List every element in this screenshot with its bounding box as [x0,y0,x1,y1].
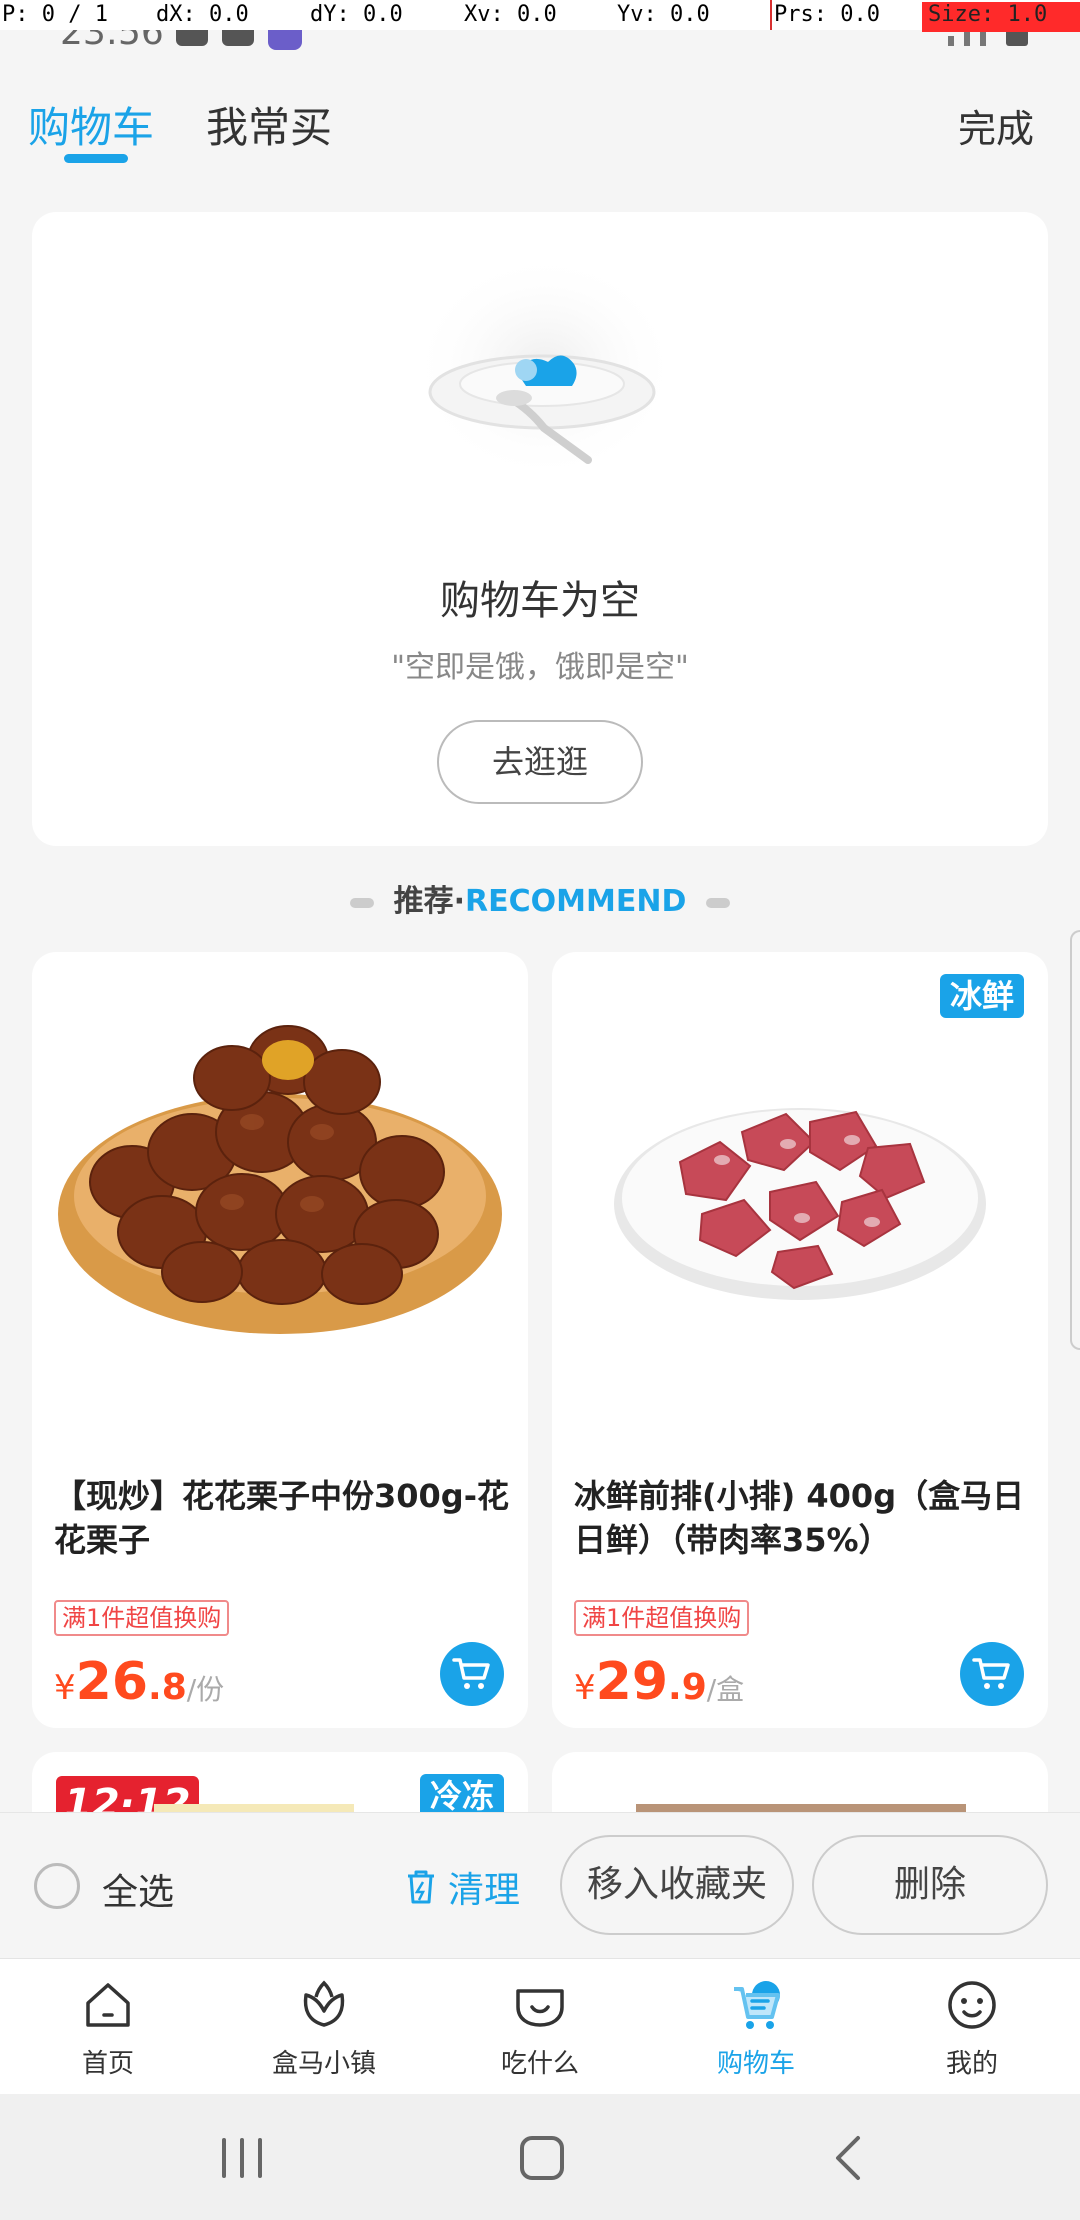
recommend-label-cn: 推荐· [393,884,466,919]
promo-tag: 满1件超值换购 [54,1600,230,1636]
empty-cart-card: 购物车为空 "空即是饿，饿即是空" 去逛逛 [32,212,1048,846]
clean-label: 清理 [448,1870,521,1911]
empty-cart-title: 购物车为空 [440,578,640,624]
tab-frequently-bought[interactable]: 我常买 [206,94,332,155]
done-button[interactable]: 完成 [958,98,1034,153]
signal-icon [948,36,954,46]
cart-icon [972,1658,1010,1689]
nav-label: 购物车 [716,2049,795,2079]
trash-icon [408,1870,434,1904]
add-to-cart-button[interactable] [960,1642,1024,1706]
product-card[interactable]: 冰鲜 冰鲜前排(小排) 400g（盒马日日鲜）（带肉率35%） 满1件超值换购 … [552,952,1048,1728]
debug-size: Size: 1.0 [922,2,1080,32]
price-integer: 29 [595,1652,669,1712]
price-decimal: .9 [668,1667,707,1708]
debug-pointer-count: P: 0 / 1 [2,2,108,27]
recent-apps-icon[interactable] [212,2130,272,2186]
nav-item-profile[interactable]: 我的 [882,1977,1062,2080]
debug-separator [770,0,772,30]
clean-button[interactable]: 清理 [404,1861,520,1913]
decor-dot [706,897,731,908]
price-unit: /盒 [706,1673,745,1706]
debug-xv: Xv: 0.0 [464,2,557,27]
nav-label: 吃什么 [500,2049,579,2079]
move-to-favorites-button[interactable]: 移入收藏夹 [560,1835,794,1935]
cart-action-bar: 全选 清理 移入收藏夹 删除 [0,1812,1080,1958]
recommend-label-en: RECOMMEND [465,884,687,919]
product-name[interactable]: 【现炒】花花栗子中份300g-花花栗子 [54,1474,514,1562]
back-icon[interactable] [820,2130,880,2186]
product-name[interactable]: 冰鲜前排(小排) 400g（盒马日日鲜）（带肉率35%） [574,1474,1034,1562]
eat-icon [516,1989,564,2027]
add-to-cart-button[interactable] [440,1642,504,1706]
price-decimal: .8 [148,1667,187,1708]
system-navigation-bar [0,2094,1080,2220]
debug-dx: dX: 0.0 [156,2,249,27]
debug-yv: Yv: 0.0 [617,2,710,27]
product-price: ¥26.8/份 [54,1652,224,1712]
home-button-icon[interactable] [512,2130,572,2186]
chilled-badge: 冰鲜 [939,974,1024,1018]
nav-item-cart[interactable]: 购物车 [666,1977,846,2080]
nav-item-home[interactable]: 首页 [18,1977,198,2080]
product-card[interactable]: 【现炒】花花栗子中份300g-花花栗子 满1件超值换购 ¥26.8/份 [32,952,528,1728]
browse-button[interactable]: 去逛逛 [437,720,643,804]
nav-label: 首页 [81,2049,134,2079]
promo-tag: 满1件超值换购 [574,1600,750,1636]
active-tab-indicator [64,154,128,163]
nav-label: 我的 [945,2049,998,2079]
bottom-navigation: 首页 盒马小镇 吃什么 购物车 我的 [0,1958,1080,2094]
price-integer: 26 [75,1652,149,1712]
price-currency: ¥ [574,1668,596,1708]
debug-dy: dY: 0.0 [310,2,403,27]
price-unit: /份 [186,1673,225,1706]
recommend-header: 推荐·RECOMMEND [0,876,1080,924]
edge-panel-handle[interactable] [1070,930,1080,1350]
product-price: ¥29.9/盒 [574,1652,744,1712]
home-icon [86,1983,130,2027]
select-all-checkbox[interactable] [34,1863,80,1909]
cart-icon [452,1658,490,1689]
delete-button[interactable]: 删除 [812,1835,1048,1935]
price-currency: ¥ [54,1668,76,1708]
decor-dot [349,897,374,908]
nav-item-what-to-eat[interactable]: 吃什么 [450,1977,630,2080]
empty-bowl-illustration [410,252,680,482]
cart-icon [734,1981,780,2029]
nav-label: 盒马小镇 [271,2049,376,2079]
empty-cart-subtitle: "空即是饿，饿即是空" [391,650,689,685]
cart-header: 购物车 我常买 完成 [0,80,1080,180]
pointer-debug-overlay: P: 0 / 1 dX: 0.0 dY: 0.0 Xv: 0.0 Yv: 0.0… [0,0,1080,32]
profile-icon [948,1981,996,2029]
tab-cart[interactable]: 购物车 [28,94,154,155]
pork-ribs-image[interactable] [552,952,1048,1442]
signal-icon [964,30,970,46]
town-icon [303,1980,345,2027]
select-all-label[interactable]: 全选 [102,1863,174,1915]
nav-item-town[interactable]: 盒马小镇 [234,1977,414,2080]
chestnut-image[interactable] [32,952,528,1442]
debug-pressure: Prs: 0.0 [774,2,880,27]
